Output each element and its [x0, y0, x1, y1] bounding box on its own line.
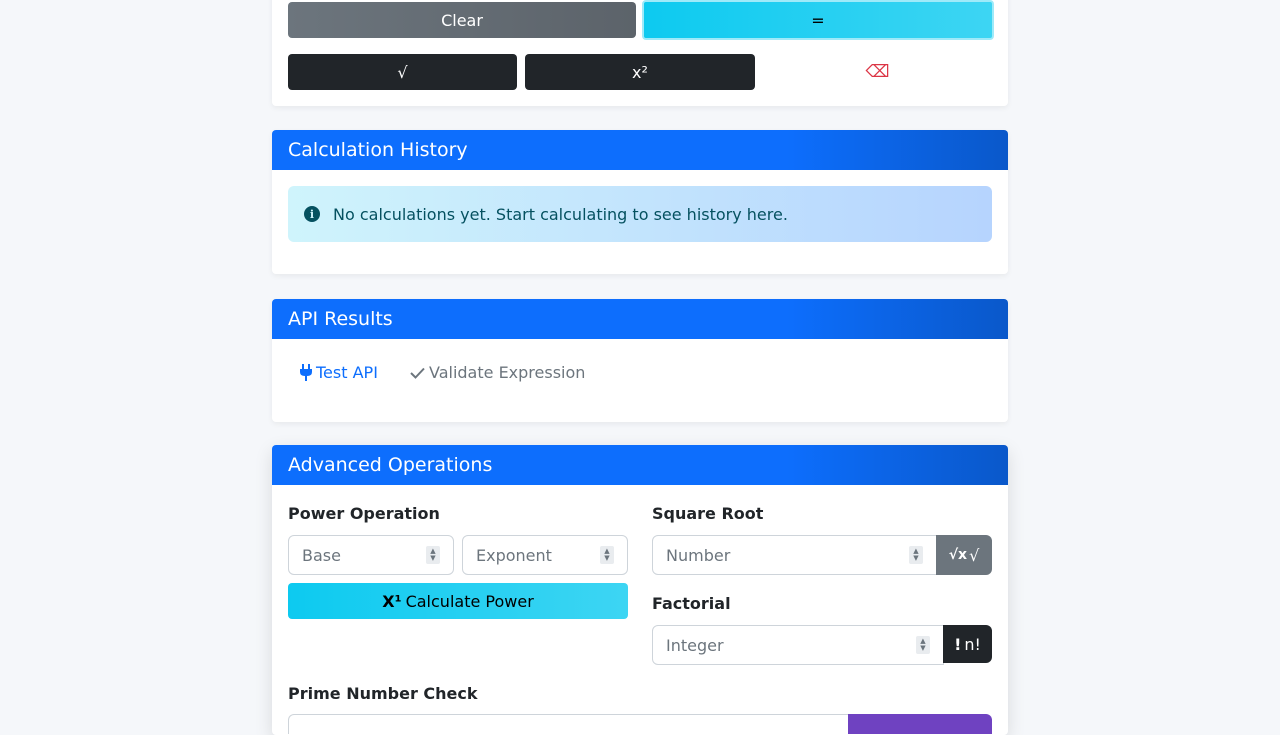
api-card: API Results Test API Validate Expression: [272, 299, 1008, 422]
prime-number-input[interactable]: [288, 714, 850, 734]
factorial-calculate-button[interactable]: ! n!: [943, 625, 992, 663]
power-operation-label: Power Operation: [288, 504, 440, 523]
square-root-icon: √x: [948, 547, 968, 563]
equals-button[interactable]: =: [642, 0, 994, 40]
sqrt-key-button[interactable]: √: [288, 54, 517, 90]
exponent-input[interactable]: Exponent ▲ ▼: [462, 535, 628, 575]
backspace-button[interactable]: ⌫: [763, 54, 992, 90]
square-key-button[interactable]: x²: [525, 54, 755, 90]
sqrt-spinner-icon[interactable]: ▲ ▼: [909, 546, 923, 564]
plug-icon: [300, 364, 312, 381]
validate-expression-button[interactable]: Validate Expression: [410, 363, 585, 382]
exclamation-icon: !: [954, 634, 962, 654]
advanced-card: Advanced Operations Power Operation Base…: [272, 445, 1008, 735]
check-icon: [410, 367, 425, 379]
base-input[interactable]: Base ▲ ▼: [288, 535, 454, 575]
sqrt-calculate-button[interactable]: √x √: [936, 535, 992, 575]
history-empty-alert: i No calculations yet. Start calculating…: [288, 186, 992, 242]
prime-check-label: Prime Number Check: [288, 684, 478, 703]
api-title: API Results: [272, 299, 1008, 339]
calculate-power-label: Calculate Power: [405, 591, 534, 611]
exponent-spinner-icon[interactable]: ▲ ▼: [600, 546, 614, 564]
superscript-icon: X¹: [382, 591, 402, 611]
factorial-spinner-icon[interactable]: ▲ ▼: [916, 636, 930, 654]
validate-expression-label: Validate Expression: [429, 363, 586, 382]
prime-check-button[interactable]: [848, 714, 992, 734]
factorial-placeholder: Integer: [666, 635, 724, 655]
base-placeholder: Base: [302, 545, 341, 565]
test-api-button[interactable]: Test API: [300, 363, 378, 382]
calculate-power-button[interactable]: X¹ Calculate Power: [288, 583, 628, 619]
sqrt-number-placeholder: Number: [666, 545, 731, 565]
info-circle-icon: i: [304, 206, 320, 222]
factorial-input[interactable]: Integer ▲ ▼: [652, 625, 944, 665]
exponent-placeholder: Exponent: [476, 545, 552, 565]
test-api-label: Test API: [316, 363, 378, 382]
factorial-label: Factorial: [652, 594, 731, 613]
base-spinner-icon[interactable]: ▲ ▼: [426, 546, 440, 564]
history-title: Calculation History: [272, 130, 1008, 170]
advanced-title: Advanced Operations: [272, 445, 1008, 485]
calculator-card: Clear = √ x² ⌫: [272, 0, 1008, 106]
backspace-icon: ⌫: [865, 62, 890, 82]
factorial-button-label: n!: [964, 634, 981, 654]
square-root-label: Square Root: [652, 504, 764, 523]
sqrt-number-input[interactable]: Number ▲ ▼: [652, 535, 937, 575]
sqrt-button-label: √: [969, 545, 980, 565]
clear-button[interactable]: Clear: [288, 2, 636, 38]
history-empty-message: No calculations yet. Start calculating t…: [333, 204, 788, 224]
history-card: Calculation History i No calculations ye…: [272, 130, 1008, 274]
